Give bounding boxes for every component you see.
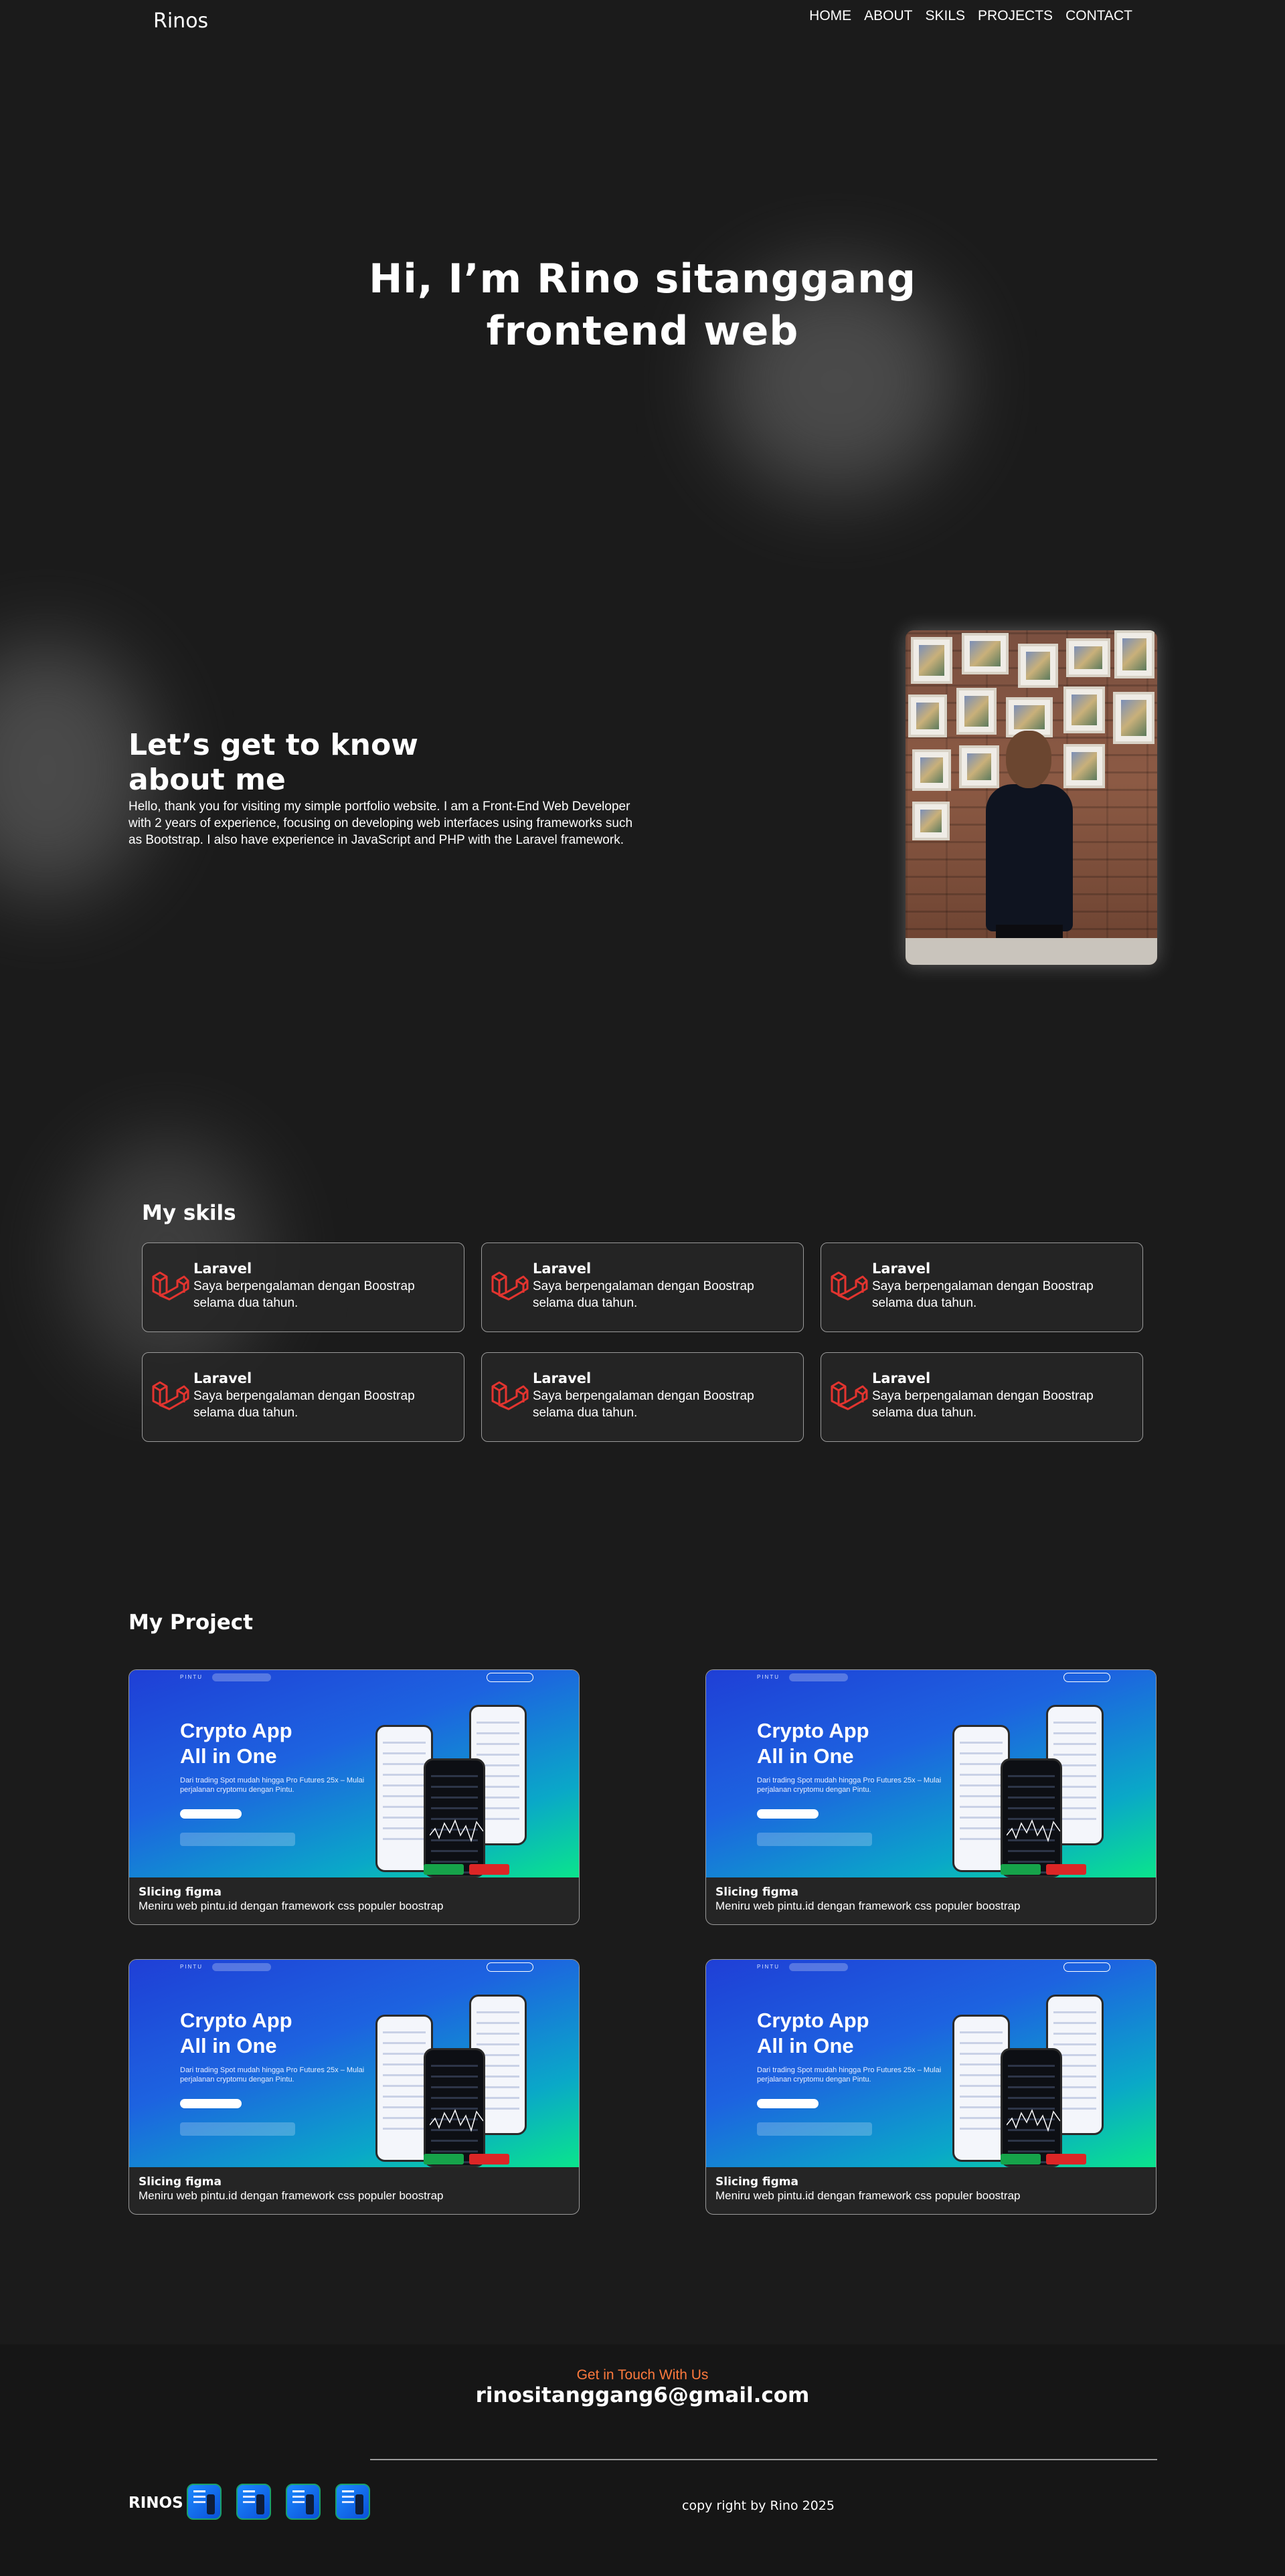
laravel-icon [831,1381,868,1410]
nav-projects-link[interactable]: PROJECTS [978,8,1053,24]
project-description: Meniru web pintu.id dengan framework css… [139,2189,444,2202]
skills-title: My skils [142,1201,236,1225]
project-name: Slicing figma [139,2175,222,2189]
preview-subtext: Dari trading Spot mudah hingga Pro Futur… [757,1776,942,1794]
laravel-icon [491,1381,529,1410]
project-name: Slicing figma [715,2175,798,2189]
laravel-icon [831,1271,868,1301]
preview-rating [757,2122,872,2136]
preview-rating [757,1833,872,1846]
preview-button [180,2099,242,2108]
hero-title: Hi, I’m Rino sitanggang frontend web [0,253,1285,357]
preview-headline: Crypto App All in One [180,2009,292,2057]
laravel-icon [152,1271,189,1301]
navbar-brand[interactable]: Rinos [153,9,208,33]
phone-mockup [424,2048,485,2167]
hero-line-1: Hi, I’m Rino sitanggang [369,256,916,302]
skill-card: Laravel Saya berpengalaman dengan Boostra… [481,1352,804,1442]
preview-button [180,1809,242,1819]
preview-headline: Crypto App All in One [757,2009,869,2057]
phone-mockup [1001,2048,1062,2167]
profile-photo [906,630,1157,965]
skill-description: Saya berpengalaman dengan Boostrap selam… [193,1389,415,1420]
project-screenshot: PINTU Crypto App All in One Dari trading Sp… [706,1960,1156,2167]
top-navbar: Rinos HOME ABOUT SKILS PROJECTS CONTACT [0,0,1285,40]
skill-card: Laravel Saya berpengalaman dengan Boostra… [142,1352,464,1442]
preview-button [757,1809,819,1819]
project-name: Slicing figma [715,1885,798,1899]
contact-email-link[interactable]: rinositanggang6@gmail.com [0,2383,1285,2407]
laravel-icon [152,1381,189,1410]
skill-card: Laravel Saya berpengalaman dengan Boostra… [481,1243,804,1332]
nav-home-link[interactable]: HOME [809,8,851,24]
preview-logo: PINTU [757,1964,780,1970]
footer-divider [370,2459,1157,2460]
skill-name: Laravel [533,1370,592,1386]
nav-skils-link[interactable]: SKILS [926,8,966,24]
preview-subtext: Dari trading Spot mudah hingga Pro Futur… [757,2066,942,2084]
skill-description: Saya berpengalaman dengan Boostrap selam… [533,1279,754,1310]
project-card[interactable]: PINTU Crypto App All in One Dari trading Sp… [705,1669,1156,1925]
project-screenshot: PINTU Crypto App All in One Dari trading Sp… [706,1670,1156,1877]
preview-logo: PINTU [180,1964,203,1970]
footer: Get in Touch With Us rinositanggang6@gma… [0,2344,1285,2576]
phone-mockup [1001,1758,1062,1877]
copyright-text: copy right by Rino 2025 [682,2498,835,2513]
skill-description: Saya berpengalaman dengan Boostrap selam… [872,1279,1094,1310]
projects-title: My Project [128,1611,253,1635]
laravel-icon [491,1271,529,1301]
project-screenshot: PINTU Crypto App All in One Dari trading Sp… [129,1670,579,1877]
skill-name: Laravel [872,1261,931,1277]
skill-description: Saya berpengalaman dengan Boostrap selam… [193,1279,415,1310]
preview-rating [180,1833,295,1846]
skill-card: Laravel Saya berpengalaman dengan Boostra… [142,1243,464,1332]
skill-name: Laravel [533,1261,592,1277]
project-screenshot: PINTU Crypto App All in One Dari trading Sp… [129,1960,579,2167]
about-text: Hello, thank you for visiting my simple … [128,800,633,847]
preview-rating [180,2122,295,2136]
preview-subtext: Dari trading Spot mudah hingga Pro Futur… [180,2066,365,2084]
nav-contact-link[interactable]: CONTACT [1065,8,1132,24]
project-card[interactable]: PINTU Crypto App All in One Dari trading Sp… [705,1959,1156,2215]
skill-description: Saya berpengalaman dengan Boostrap selam… [872,1389,1094,1420]
project-card[interactable]: PINTU Crypto App All in One Dari trading Sp… [128,1959,580,2215]
project-description: Meniru web pintu.id dengan framework css… [715,1900,1021,1912]
nav-about-link[interactable]: ABOUT [864,8,912,24]
skill-card: Laravel Saya berpengalaman dengan Boostra… [821,1243,1143,1332]
preview-logo: PINTU [757,1674,780,1680]
skill-name: Laravel [193,1370,252,1386]
skill-card: Laravel Saya berpengalaman dengan Boostra… [821,1352,1143,1442]
preview-headline: Crypto App All in One [180,1719,292,1768]
get-in-touch-label: Get in Touch With Us [576,2367,709,2383]
project-name: Slicing figma [139,1885,222,1899]
preview-subtext: Dari trading Spot mudah hingga Pro Futur… [180,1776,365,1794]
project-description: Meniru web pintu.id dengan framework css… [139,1900,444,1912]
preview-button [757,2099,819,2108]
project-description: Meniru web pintu.id dengan framework css… [715,2189,1021,2202]
skill-description: Saya berpengalaman dengan Boostrap selam… [533,1389,754,1420]
phone-mockup [424,1758,485,1877]
nav-menu: HOME ABOUT SKILS PROJECTS CONTACT [809,8,1132,24]
hero-line-2: frontend web [486,308,799,355]
about-title: Let’s get to know about me [128,728,418,797]
skill-name: Laravel [193,1261,252,1277]
project-card[interactable]: PINTU Crypto App All in One Dari trading Sp… [128,1669,580,1925]
preview-headline: Crypto App All in One [757,1719,869,1768]
preview-logo: PINTU [180,1674,203,1680]
skill-name: Laravel [872,1370,931,1386]
